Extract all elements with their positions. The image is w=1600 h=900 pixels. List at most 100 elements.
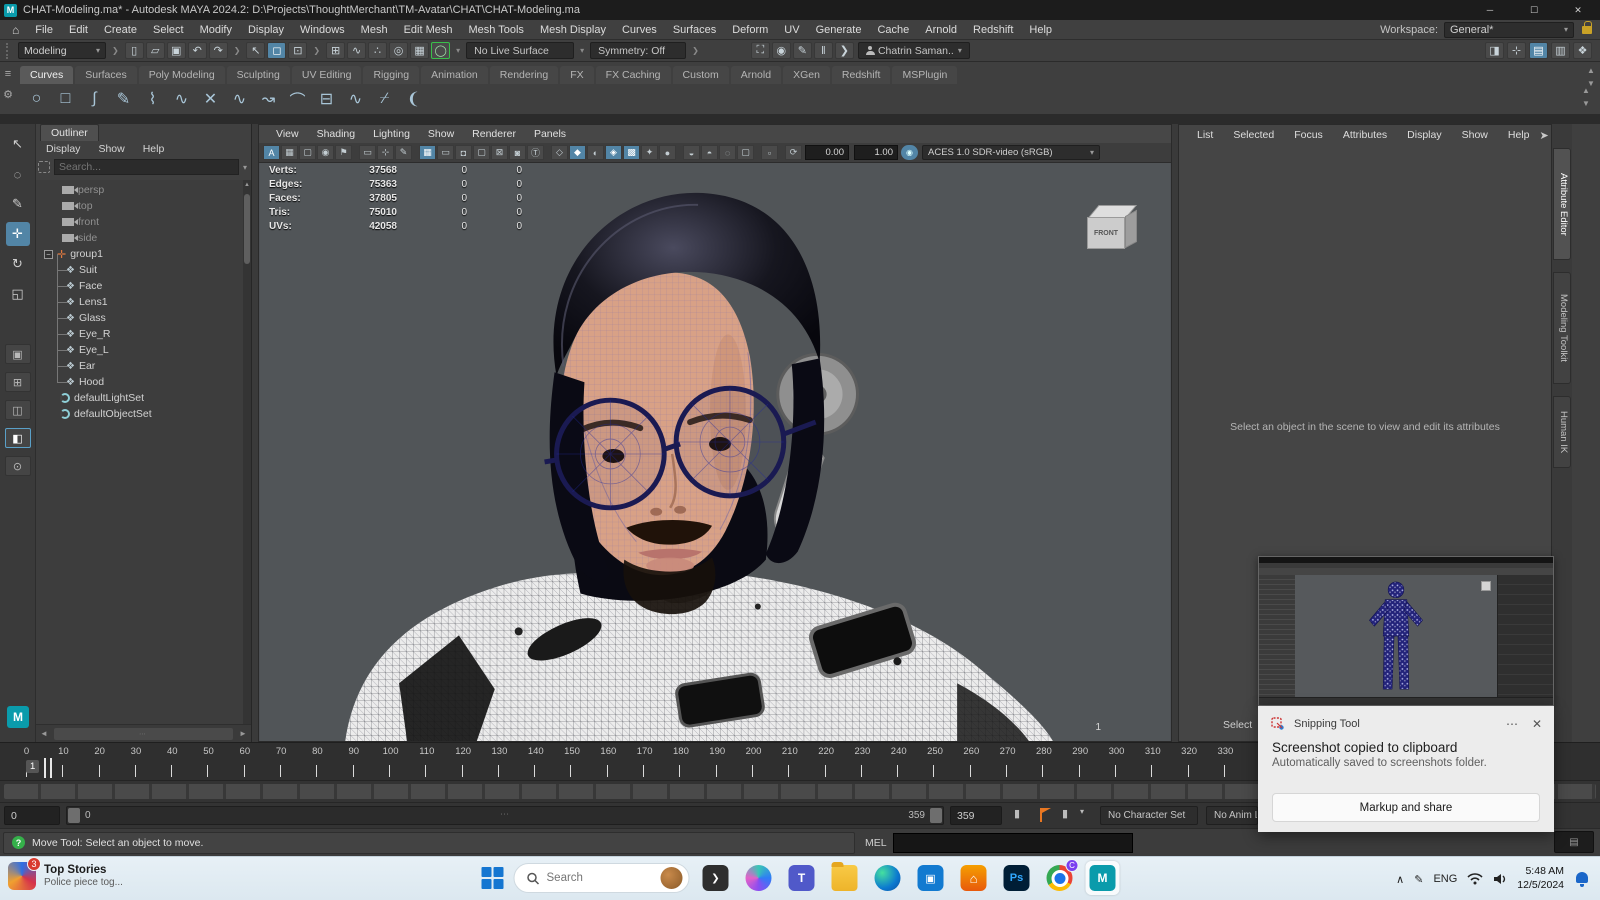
pencil-curve-tool-icon[interactable]: ✎: [111, 87, 136, 112]
open-scene-icon[interactable]: ▱: [146, 42, 165, 59]
shelf-tab[interactable]: UV Editing: [292, 66, 362, 84]
shelf-tab[interactable]: XGen: [783, 66, 830, 84]
snap-to-grid-icon[interactable]: ⊞: [326, 42, 345, 59]
attach-curve-icon[interactable]: ∿: [343, 87, 368, 112]
redo-icon[interactable]: ↷: [209, 42, 228, 59]
insert-knot-icon[interactable]: ∿: [227, 87, 252, 112]
group-arrow-icon[interactable]: ❯: [311, 46, 322, 55]
set-key-icon[interactable]: ▮: [1014, 807, 1020, 820]
anim-layer-selector[interactable]: No Anim L: [1206, 806, 1258, 825]
shelf-tab[interactable]: Poly Modeling: [139, 66, 225, 84]
taskbar-search[interactable]: [514, 863, 690, 893]
orange-app-icon[interactable]: ⌂: [957, 861, 991, 895]
select-by-hierarchy-icon[interactable]: ↖: [246, 42, 265, 59]
close-button[interactable]: ✕: [1556, 0, 1600, 20]
camera-bookmarks-icon[interactable]: ⚑: [335, 145, 352, 160]
all-lights-icon[interactable]: ◆: [569, 145, 586, 160]
selection-highlight-icon[interactable]: A: [263, 145, 280, 160]
menu-item[interactable]: Curves: [614, 24, 665, 36]
group-arrow-icon[interactable]: ▾: [578, 46, 586, 55]
isolate-select-icon[interactable]: ▫: [761, 145, 778, 160]
viewport-menu-item[interactable]: Shading: [308, 128, 365, 140]
tray-chevron-icon[interactable]: ∧: [1396, 873, 1404, 886]
viewport-menu-item[interactable]: Panels: [525, 128, 575, 140]
two-pane-layout-icon[interactable]: ◫: [5, 400, 31, 420]
viewport-menu-item[interactable]: Renderer: [463, 128, 525, 140]
outliner-camera-item[interactable]: persp: [36, 182, 243, 198]
start-button[interactable]: [481, 866, 505, 890]
anti-aliasing-icon[interactable]: ▩: [623, 145, 640, 160]
bookmark-flag-icon[interactable]: [1040, 808, 1052, 822]
lights-toggle-icon[interactable]: ✦: [641, 145, 658, 160]
camera-attributes-icon[interactable]: ◉: [317, 145, 334, 160]
color-space-dropdown[interactable]: ACES 1.0 SDR-video (sRGB) ▾: [922, 145, 1100, 160]
extend-curve-icon[interactable]: ↝: [256, 87, 281, 112]
range-start-handle[interactable]: [68, 808, 80, 823]
gate-mask-icon[interactable]: ▢: [473, 145, 490, 160]
menu-item[interactable]: Deform: [724, 24, 776, 36]
menu-item[interactable]: Edit Mesh: [396, 24, 461, 36]
shelf-tab[interactable]: Surfaces: [75, 66, 136, 84]
character-set-selector[interactable]: No Character Set: [1100, 806, 1198, 825]
viewport-menu-item[interactable]: Show: [419, 128, 463, 140]
notification-close-icon[interactable]: ✕: [1532, 717, 1542, 731]
shelf-tab[interactable]: Rendering: [490, 66, 558, 84]
outliner-mesh-item[interactable]: ❖ Hood: [36, 374, 243, 390]
smooth-curve-icon[interactable]: ❨: [401, 87, 426, 112]
humanik-toggle-icon[interactable]: ⊹: [1507, 42, 1526, 59]
single-pane-layout-icon[interactable]: ▣: [5, 344, 31, 364]
menu-item[interactable]: File: [27, 24, 61, 36]
color-management-icon[interactable]: ◉: [901, 145, 918, 160]
time-tick[interactable]: 80: [316, 745, 352, 779]
playback-end-field[interactable]: 359: [950, 806, 1002, 825]
outliner-search-input[interactable]: [54, 159, 239, 175]
refresh-icon[interactable]: ⟳: [785, 145, 802, 160]
resolution-gate-icon[interactable]: ◘: [455, 145, 472, 160]
lock-icon[interactable]: [1582, 26, 1592, 34]
time-tick[interactable]: 60: [244, 745, 280, 779]
camera-select-icon[interactable]: ▦: [281, 145, 298, 160]
pan-zoom-icon[interactable]: ⊹: [377, 145, 394, 160]
rotate-tool-icon[interactable]: ↻: [6, 252, 30, 276]
outliner-persp-layout-icon[interactable]: ◧: [5, 428, 31, 448]
exposure-field[interactable]: 0.00: [805, 145, 849, 160]
time-tick[interactable]: 40: [171, 745, 207, 779]
copilot-app-icon[interactable]: [742, 861, 776, 895]
home-icon[interactable]: ⌂: [4, 23, 27, 37]
menu-item[interactable]: Mesh Display: [532, 24, 614, 36]
ep-curve-tool-icon[interactable]: ∫: [82, 87, 107, 112]
textured-icon[interactable]: ▢: [737, 145, 754, 160]
view-cube[interactable]: FRONT: [1087, 203, 1139, 259]
select-by-component-icon[interactable]: ⊡: [288, 42, 307, 59]
shelf-tab[interactable]: FX: [560, 66, 593, 84]
scroll-right-icon[interactable]: ►: [235, 729, 251, 738]
attribute-editor-menu-item[interactable]: Attributes: [1333, 129, 1397, 141]
maximize-button[interactable]: ☐: [1512, 0, 1556, 20]
four-pane-layout-icon[interactable]: ⊞: [5, 372, 31, 392]
film-gate-icon[interactable]: ▭: [437, 145, 454, 160]
field-chart-icon[interactable]: ⊠: [491, 145, 508, 160]
lasso-select-tool-icon[interactable]: ◌: [6, 162, 30, 186]
playhead[interactable]: [44, 758, 52, 778]
safe-title-icon[interactable]: Ⓣ: [527, 145, 544, 160]
make-live-icon[interactable]: ◯: [431, 42, 450, 59]
time-tick[interactable]: 330: [1224, 745, 1260, 779]
wireframe-on-shaded-icon[interactable]: ◌: [719, 145, 736, 160]
new-scene-icon[interactable]: ▯: [125, 42, 144, 59]
viewport-menu-item[interactable]: View: [267, 128, 308, 140]
chrome-app-icon[interactable]: C: [1043, 861, 1077, 895]
taskbar-clock[interactable]: 5:48 AM 12/5/2024: [1517, 865, 1564, 892]
menu-item[interactable]: Display: [240, 24, 292, 36]
maya-app-icon[interactable]: M: [1086, 861, 1120, 895]
attribute-editor-menu-item[interactable]: Display: [1397, 129, 1451, 141]
outliner-camera-item[interactable]: top: [36, 198, 243, 214]
scroll-left-icon[interactable]: ◄: [36, 729, 52, 738]
menu-item[interactable]: Generate: [808, 24, 870, 36]
time-tick[interactable]: 10: [62, 745, 98, 779]
attribute-editor-menu-item[interactable]: Focus: [1284, 129, 1333, 141]
safe-action-icon[interactable]: ◙: [509, 145, 526, 160]
chevron-down-icon[interactable]: ▾: [243, 163, 247, 172]
photoshop-app-icon[interactable]: Ps: [1000, 861, 1034, 895]
shadows-icon[interactable]: ◐: [587, 145, 604, 160]
shelf-menu-icon[interactable]: ≡: [5, 68, 11, 80]
